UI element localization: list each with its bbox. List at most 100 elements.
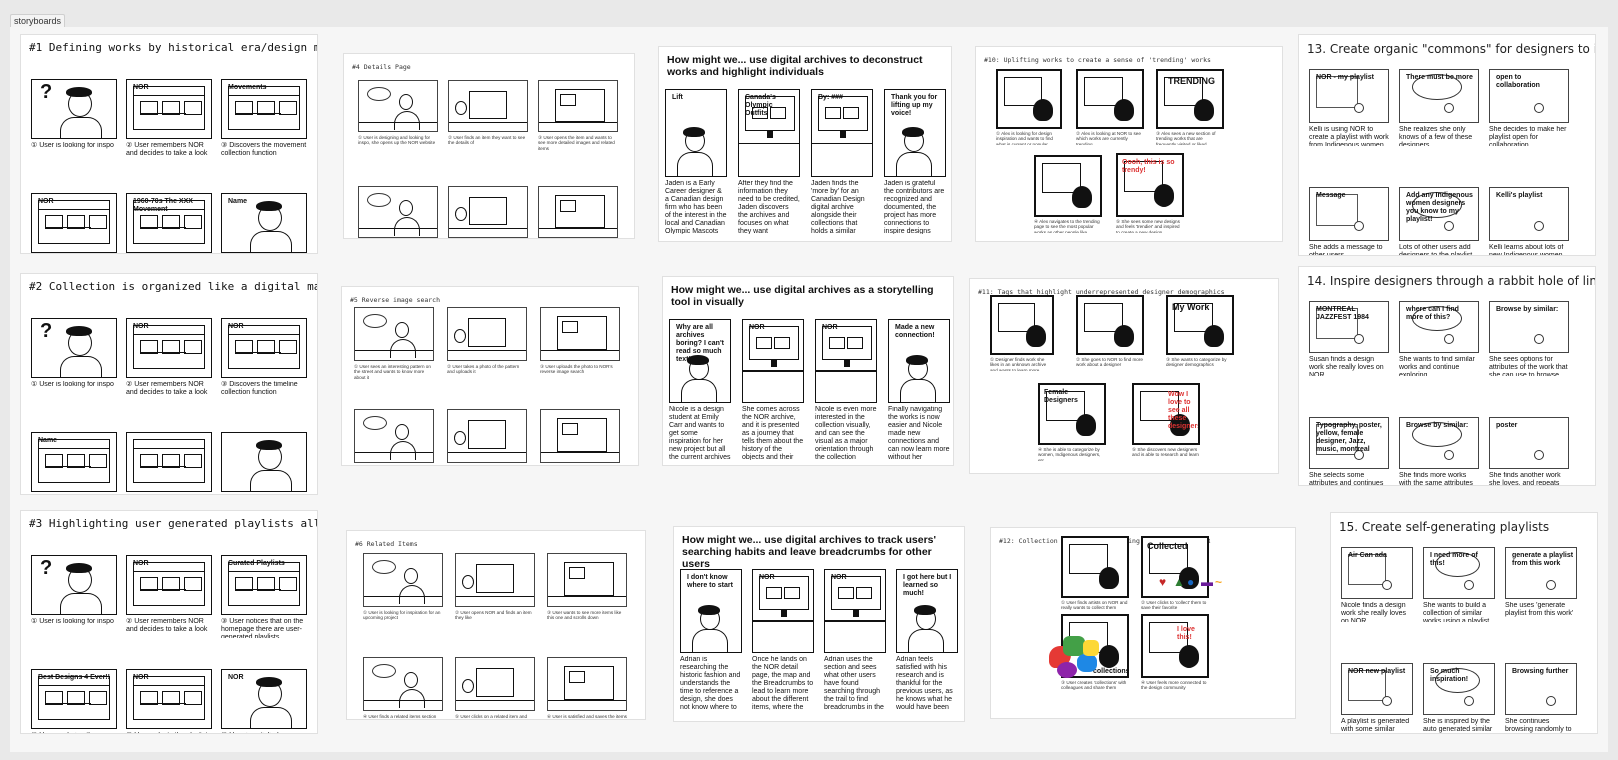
storyboard-b13[interactable]: 13. Create organic "commons" for designe… — [1298, 34, 1596, 256]
storyboard-frame[interactable]: open to collaboration She decides to make… — [1489, 69, 1569, 147]
storyboard-frame[interactable]: ⑤ User looks at the related items — [448, 186, 528, 238]
person-head — [1534, 334, 1544, 345]
storyboard-frame[interactable]: ⑥ User is satisfied — [221, 432, 307, 494]
storyboard-frame[interactable]: Name⑥ User is satisfied — [221, 193, 307, 253]
storyboard-frame[interactable]: ④ User gets a range of results similar t… — [354, 409, 434, 465]
storyboard-frame[interactable]: ① User finds artists on NOR and really w… — [1061, 536, 1129, 614]
storyboard-frame[interactable]: Message She adds a message to other users — [1309, 187, 1389, 255]
storyboard-frame[interactable]: MONTREAL JAZZFEST 1984 Susan finds a desi… — [1309, 301, 1389, 377]
storyboard-frame[interactable]: Curated Playlists ③ User notices that on … — [221, 555, 307, 639]
storyboard-frame[interactable]: ⑥ User is satisfied — [540, 409, 620, 465]
storyboard-b3[interactable]: #3 Highlighting user generated playlists… — [20, 510, 318, 734]
storyboard-frame[interactable]: ④ User finds a related items section bel… — [363, 657, 443, 719]
storyboard-frame[interactable]: ⑥ User is satisfied — [538, 186, 618, 238]
storyboard-frame[interactable]: Typography, poster, yellow, female desig… — [1309, 417, 1389, 485]
storyboard-frame[interactable]: ③ User uploads the photo to NOR's revers… — [540, 307, 620, 385]
storyboard-frame[interactable]: NOR④ User enjoys exploring the collectio… — [31, 193, 117, 253]
storyboard-frame[interactable]: NOR Adrian uses the section and sees what… — [824, 569, 886, 711]
storyboard-frame[interactable]: ② Alex is looking at NOR to see which wo… — [1076, 69, 1144, 145]
storyboard-frame[interactable]: NOR - my playlist Kelli is using NOR to c… — [1309, 69, 1389, 147]
storyboard-frame[interactable]: NOR ② User remembers NOR and decides to t… — [126, 318, 212, 402]
storyboard-frame[interactable]: Browsing further She continues browsing r… — [1505, 663, 1577, 733]
storyboard-frame[interactable]: Best Designs 4 Ever!! ④ User exploring th… — [31, 669, 117, 733]
storyboard-frame[interactable]: So much inspiration! She is inspired by t… — [1423, 663, 1495, 733]
storyboard-frame[interactable]: There must be more She realizes she only … — [1399, 69, 1479, 147]
storyboard-frame[interactable]: Air Can ada Nicole finds a design work sh… — [1341, 547, 1413, 623]
storyboard-b11[interactable]: #11: Tags that highlight underrepresente… — [969, 278, 1279, 474]
storyboard-frame[interactable]: By: ### Jaden finds the 'more by' for an … — [811, 89, 873, 235]
storyboard-frame[interactable]: ⑥ User is satisfied and saves the items — [547, 657, 627, 719]
storyboard-frame[interactable]: generate a playlist from this work She us… — [1505, 547, 1577, 623]
storyboard-frame[interactable]: TRENDING ③ Alex sees a new section of tre… — [1156, 69, 1224, 145]
storyboard-frame[interactable]: ⑤ User discovers a piece she likes, clic… — [126, 432, 212, 494]
storyboard-frame[interactable]: ① User is designing and looking for insp… — [358, 80, 438, 156]
storyboard-frame[interactable]: ① Designer finds work she likes in an un… — [990, 295, 1054, 371]
storyboard-frame[interactable]: I don't know where to start Adrian is res… — [680, 569, 742, 711]
storyboard-frame[interactable]: ② User takes a photo of the pattern and … — [447, 307, 527, 385]
storyboard-frame[interactable]: Female Designers ④ She is able to categor… — [1038, 383, 1106, 461]
storyboard-frame[interactable]: I love this! ④ User feels more connected … — [1141, 614, 1209, 694]
storyboard-frame[interactable]: where can I find more of this? She wants … — [1399, 301, 1479, 377]
storyboard-b14[interactable]: 14. Inspire designers through a rabbit h… — [1298, 266, 1596, 486]
frame-caption: ② User finds an item they want to see th… — [448, 135, 526, 146]
storyboard-frame[interactable]: Canada's Olympic Outfits After they find … — [738, 89, 800, 235]
storyboard-frame[interactable]: ① User sees an interesting pattern on th… — [354, 307, 434, 385]
storyboard-frame[interactable]: NOR ③ Discovers the timeline collection f… — [221, 318, 307, 402]
desk-line — [743, 370, 803, 372]
storyboard-frame[interactable]: Why are all archives boring? I can't rea… — [669, 319, 731, 461]
storyboard-b4[interactable]: #4 Details Page ① User is designing and l… — [343, 53, 635, 239]
storyboard-frame[interactable]: ② User finds an item they want to see th… — [448, 80, 528, 156]
storyboard-frame[interactable]: Oooh, this is so trendy! ⑤ She sees some … — [1116, 153, 1184, 233]
storyboard-frame[interactable]: ① Alex is looking for design inspiration… — [996, 69, 1062, 145]
storyboard-b8[interactable]: How might we... use digital archives as … — [662, 276, 954, 466]
storyboard-b9[interactable]: How might we... use digital archives to … — [673, 526, 965, 722]
storyboard-frame[interactable]: ② She goes to NOR to find more work abou… — [1076, 295, 1144, 371]
storyboard-frame[interactable]: NOR Nicole is even more interested in the… — [815, 319, 877, 461]
storyboard-frame[interactable]: NOR new playlist A playlist is generated … — [1341, 663, 1413, 733]
storyboard-b7[interactable]: How might we... use digital archives to … — [658, 46, 952, 242]
storyboard-b2[interactable]: #2 Collection is organized like a digita… — [20, 273, 318, 495]
storyboard-b15[interactable]: 15. Create self-generating playlists Air … — [1330, 512, 1598, 734]
storyboard-frame[interactable]: 1960-70s The XXX Movement⑤ User discover… — [126, 193, 212, 253]
storyboard-frame[interactable]: ④ User reads the Open Details descriptio… — [358, 186, 438, 238]
storyboard-frame[interactable]: ? ① User is looking for inspo — [31, 555, 117, 639]
storyboard-frame[interactable]: ⑤ User clicks on a related item and find… — [455, 657, 535, 719]
storyboard-frame[interactable]: ③ User wants to see more items like this… — [547, 553, 627, 631]
storyboard-title: #6 Related Items — [355, 540, 418, 548]
storyboard-frame[interactable]: Thank you for lifting up my voice! Jaden … — [884, 89, 946, 235]
storyboard-frame[interactable]: Movements ③ Discovers the movement collec… — [221, 79, 307, 163]
storyboard-frame[interactable]: NOR She comes across the NOR archive, and… — [742, 319, 804, 461]
storyboard-frame[interactable]: Kelli's playlist Kelli learns about lots … — [1489, 187, 1569, 255]
storyboard-frame[interactable]: NOR ② User remembers NOR and decides to t… — [126, 79, 212, 163]
storyboard-frame[interactable]: Add any Indigenous women designers you k… — [1399, 187, 1479, 255]
storyboard-frame[interactable]: Made a new connection! Finally navigating… — [888, 319, 950, 461]
storyboard-frame[interactable]: ③ User opens the item and wants to see m… — [538, 80, 618, 156]
storyboard-frame[interactable]: NOR ② User remembers NOR and decides to t… — [126, 555, 212, 639]
storyboard-frame[interactable]: NOR ⑥ User is satisfied — [221, 669, 307, 733]
sketch-panel — [358, 186, 438, 238]
storyboard-frame[interactable]: ① User is looking for inspiration for an… — [363, 553, 443, 631]
storyboard-b5[interactable]: #5 Reverse image search ① User sees an in… — [341, 286, 639, 466]
storyboard-frame[interactable]: Browse by similar: She finds more works w… — [1399, 417, 1479, 485]
storyboard-frame[interactable]: Browse by similar: She sees options for a… — [1489, 301, 1569, 377]
storyboard-frame[interactable]: ② User opens NOR and finds an item they … — [455, 553, 535, 631]
storyboard-frame[interactable]: NOR ⑤ User selects the playlist to add to… — [126, 669, 212, 733]
storyboard-b12[interactable]: #12: Collection & Community building pla… — [990, 527, 1296, 719]
storyboard-frame[interactable]: ⑤ User looks at the results and finds so… — [447, 409, 527, 465]
storyboard-frame[interactable]: Lift Jaden is a Early Career designer & a… — [665, 89, 727, 235]
storyboard-frame[interactable]: Name④ User enjoys exploring the map and … — [31, 432, 117, 494]
storyboard-frame[interactable]: My Work ③ She wants to categorize by desi… — [1166, 295, 1234, 371]
sketch-panel: Browse by similar: — [1399, 417, 1479, 469]
storyboard-b6[interactable]: #6 Related Items ① User is looking for in… — [346, 530, 646, 720]
storyboard-frame[interactable]: I got here but I learned so much! Adrian … — [896, 569, 958, 711]
storyboard-frame[interactable]: poster She finds another work she loves, … — [1489, 417, 1569, 485]
storyboard-frame[interactable]: ? ① User is looking for inspo — [31, 79, 117, 163]
storyboard-b1[interactable]: #1 Defining works by historical era/desi… — [20, 34, 318, 254]
storyboard-frame[interactable]: ? ① User is looking for inspo — [31, 318, 117, 402]
storyboard-frame[interactable]: NOR Once he lands on the NOR detail page,… — [752, 569, 814, 711]
storyboard-frame[interactable]: ④ Alex navigates to the trending page to… — [1034, 155, 1102, 233]
storyboard-frame[interactable]: I need more of this! She wants to build a… — [1423, 547, 1495, 623]
sketch-panel: Message — [1309, 187, 1389, 241]
storyboard-frame[interactable]: Wow I love to see all these designers! ⑤ … — [1132, 383, 1200, 461]
storyboard-b10[interactable]: #10: Uplifting works to create a sense o… — [975, 46, 1283, 242]
